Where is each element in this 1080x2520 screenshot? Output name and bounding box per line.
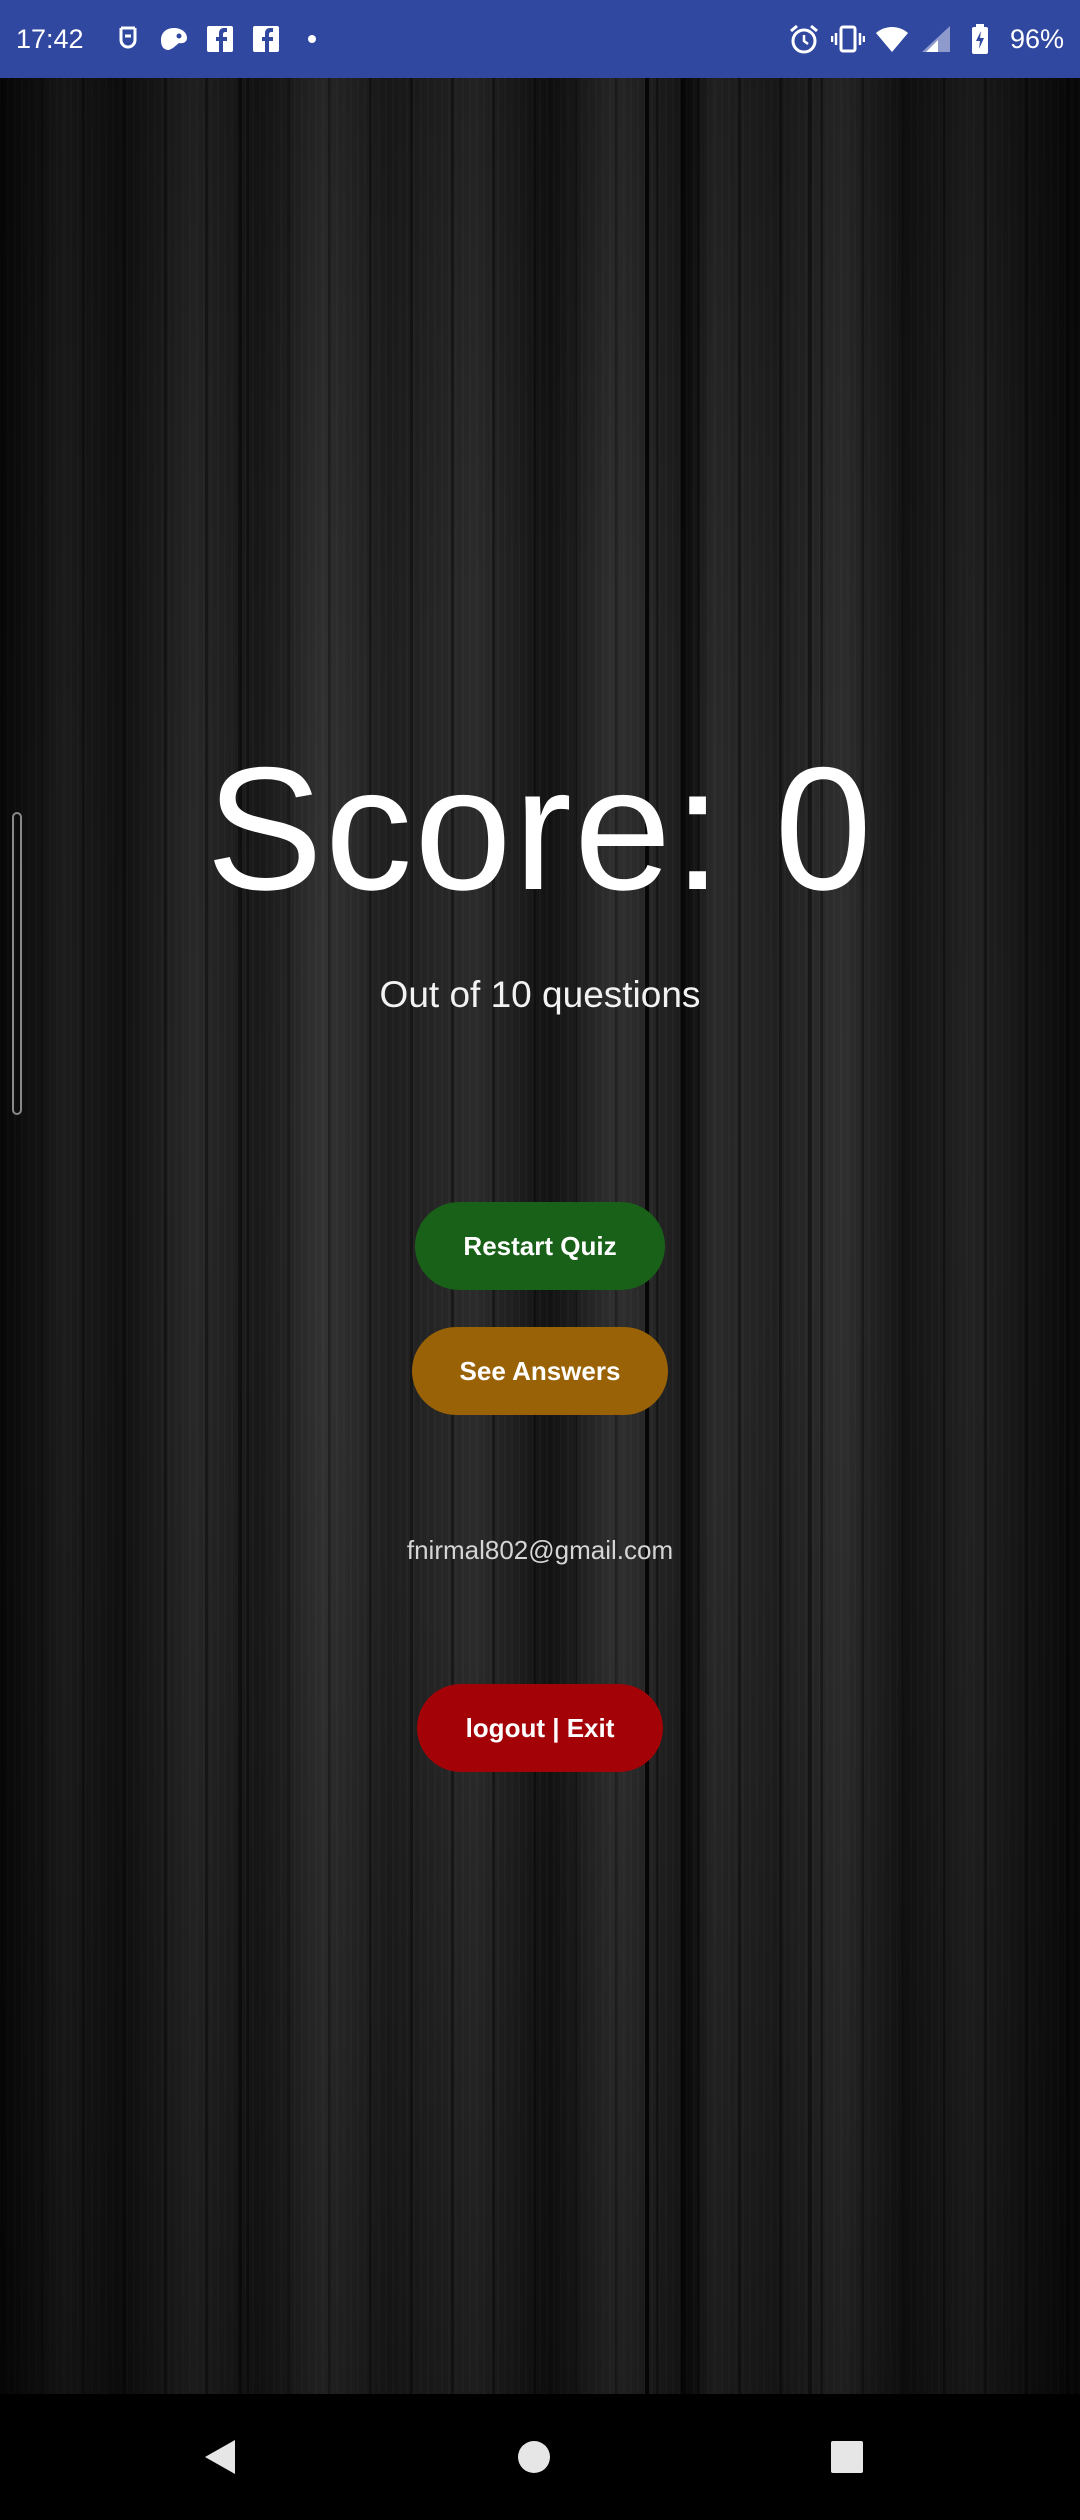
user-email: fnirmal802@gmail.com [406, 1535, 674, 1565]
home-icon [518, 2441, 550, 2473]
back-button[interactable] [157, 2394, 283, 2520]
score-subtitle: Out of 10 questions [379, 974, 701, 1015]
signal-icon [918, 21, 954, 57]
restart-quiz-button[interactable]: Restart Quiz [415, 1202, 665, 1290]
alarm-icon [786, 21, 822, 57]
navigation-bar [0, 2394, 1080, 2520]
wifi-icon [874, 21, 910, 57]
home-button[interactable] [471, 2394, 597, 2520]
facebook-icon [202, 21, 238, 57]
game-controller-icon [156, 21, 192, 57]
status-time: 17:42 [16, 23, 84, 54]
status-right: 96% [786, 21, 1064, 57]
battery-percent: 96% [1009, 23, 1064, 54]
facebook-icon [248, 21, 284, 57]
recents-icon [831, 2441, 863, 2473]
more-dot-icon [294, 21, 330, 57]
status-bar: 17:42 96% [0, 0, 1080, 78]
quiz-result-screen: 17:42 96% Score: 0 Out of 10 questions R… [0, 0, 1080, 2520]
back-icon [205, 2440, 235, 2474]
recents-button[interactable] [784, 2394, 910, 2520]
usb-debug-icon [110, 21, 146, 57]
vibrate-icon [830, 21, 866, 57]
score-title: Score: 0 [206, 732, 874, 927]
battery-charging-icon [962, 21, 998, 57]
status-left: 17:42 [16, 21, 340, 57]
see-answers-button[interactable]: See Answers [412, 1327, 668, 1415]
logout-exit-button[interactable]: logout | Exit [417, 1684, 663, 1772]
